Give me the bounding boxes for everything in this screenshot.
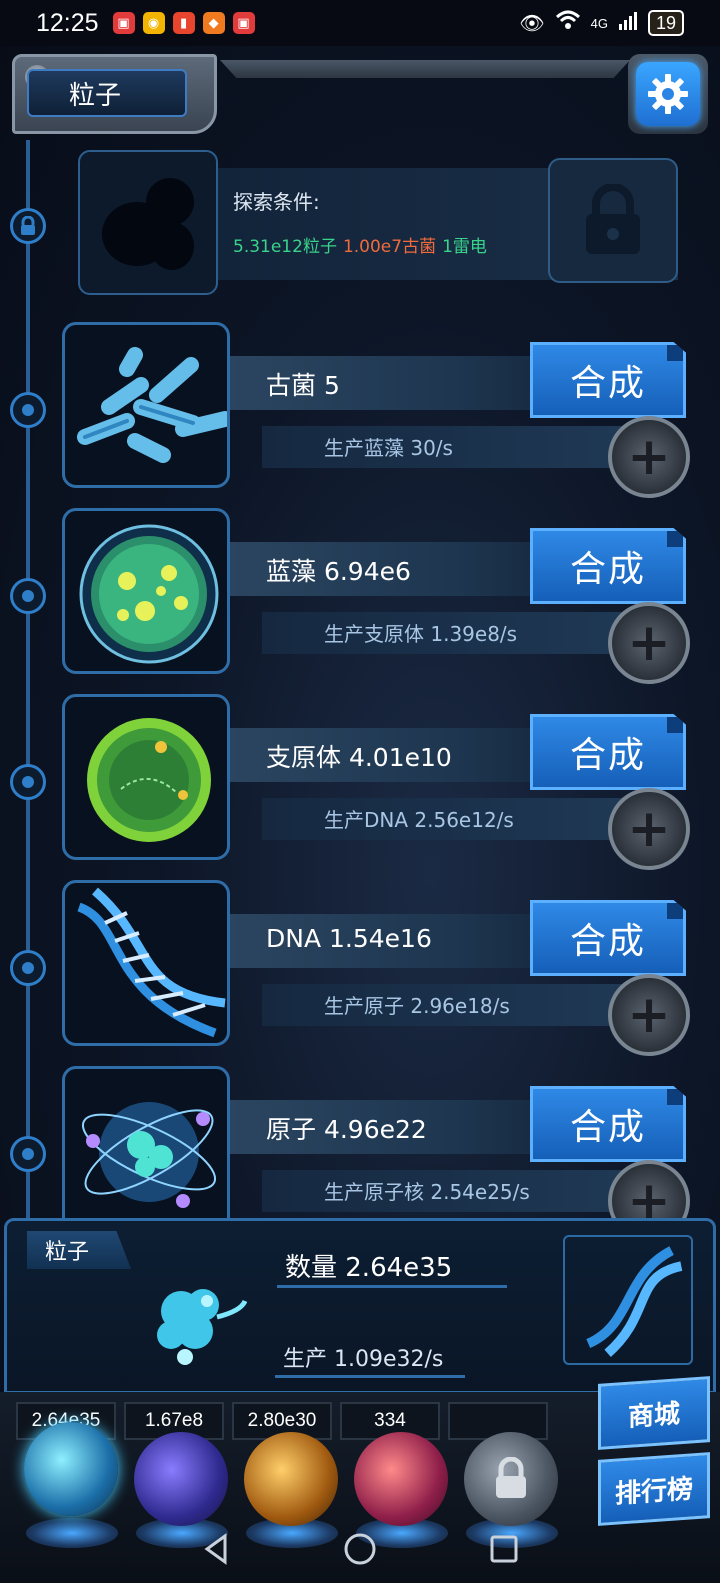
back-icon[interactable]: [199, 1532, 233, 1566]
title-plate: 粒子: [12, 54, 217, 134]
weibo-icon: ◉: [142, 12, 165, 34]
plus-icon: +: [627, 985, 671, 1045]
huawei-app-icon-2: ▣: [232, 12, 255, 34]
signal-icon: [618, 10, 638, 36]
thunder-orb[interactable]: [134, 1432, 228, 1526]
plus-icon: +: [627, 613, 671, 673]
notification-icons: ▣ ◉ ▮ ◆ ▣: [112, 12, 255, 34]
rail-line: [26, 140, 30, 1220]
system-nav-bar: [0, 1514, 720, 1583]
lock-icon: [586, 183, 640, 254]
plus-button[interactable]: +: [608, 974, 690, 1056]
taobao-icon: ◆: [202, 12, 225, 34]
item-row-atom: 原子 4.96e22 生产原子核 2.54e25/s 合成 +: [62, 1066, 702, 1242]
quantity-value: 数量 2.64e35: [285, 1253, 453, 1283]
item-row-cyanobacteria: 蓝藻 6.94e6 生产支原体 1.39e8/s 合成 +: [62, 508, 702, 684]
rail-node-3: [10, 764, 46, 800]
lock-icon: [496, 1457, 526, 1498]
dna-decoration-icon: [563, 1235, 693, 1365]
explore-requirements: 5.31e12粒子 1.00e7古菌 1雷电: [233, 232, 487, 257]
production-underline: [275, 1375, 465, 1378]
network-type: 4G: [590, 15, 608, 31]
item-name: 古菌 5: [266, 371, 340, 400]
plus-icon: +: [627, 799, 671, 859]
app-notification-icon: ▮: [172, 12, 195, 34]
particle-orb[interactable]: [24, 1422, 118, 1516]
item-production: 生产蓝藻 30/s: [324, 436, 453, 460]
archaea-icon: [62, 322, 230, 488]
quantity-underline: [277, 1285, 507, 1288]
status-time: 12:25: [36, 8, 99, 37]
item-production: 生产DNA 2.56e12/s: [324, 808, 514, 832]
top-frame: 粒子: [0, 46, 720, 138]
unlock-button[interactable]: [548, 158, 678, 283]
summary-tab: 粒子: [27, 1231, 131, 1269]
home-icon[interactable]: [343, 1532, 377, 1566]
locked-item-silhouette: [78, 150, 218, 295]
item-name: 支原体 4.01e10: [266, 743, 452, 772]
item-name: DNA 1.54e16: [266, 924, 432, 953]
merge-button[interactable]: 合成: [530, 1086, 686, 1162]
item-production: 生产原子核 2.54e25/s: [324, 1180, 530, 1204]
explore-label: 探索条件:: [233, 190, 320, 214]
galaxy-orb[interactable]: [244, 1432, 338, 1526]
explore-panel: 探索条件: 5.31e12粒子 1.00e7古菌 1雷电: [78, 150, 678, 298]
plus-icon: +: [627, 427, 671, 487]
top-decor-bar: [220, 60, 630, 78]
eye-comfort-icon: 👁: [519, 12, 545, 35]
item-row-mycoplasma: 支原体 4.01e10 生产DNA 2.56e12/s 合成 +: [62, 694, 702, 870]
settings-button[interactable]: [628, 54, 708, 134]
merge-button[interactable]: 合成: [530, 900, 686, 976]
item-name: 原子 4.96e22: [266, 1115, 427, 1144]
recent-apps-icon[interactable]: [487, 1532, 521, 1566]
mycoplasma-icon: [62, 694, 230, 860]
plus-button[interactable]: +: [608, 602, 690, 684]
rail-node-1: [10, 392, 46, 428]
merge-button[interactable]: 合成: [530, 342, 686, 418]
rail-node-4: [10, 950, 46, 986]
item-production: 生产原子 2.96e18/s: [324, 994, 510, 1018]
req-particles: 5.31e12粒子: [233, 237, 337, 257]
particle-cluster-icon: [157, 1289, 247, 1365]
battery-indicator: 19: [647, 10, 684, 36]
left-rail: [10, 140, 46, 1220]
huawei-app-icon: ▣: [112, 12, 135, 34]
item-production: 生产支原体 1.39e8/s: [324, 622, 518, 646]
shop-button[interactable]: 商城: [598, 1376, 710, 1450]
req-thunder: 1雷电: [442, 237, 487, 257]
plus-button[interactable]: +: [608, 788, 690, 870]
summary-panel: 粒子 数量 2.64e35 生产 1.09e32/s: [4, 1218, 716, 1394]
item-name: 蓝藻 6.94e6: [266, 557, 411, 586]
status-right: 👁 4G 19: [519, 9, 684, 37]
item-row-dna: DNA 1.54e16 生产原子 2.96e18/s 合成 +: [62, 880, 702, 1056]
plus-button[interactable]: +: [608, 416, 690, 498]
rail-lock-icon: [10, 208, 46, 244]
merge-button[interactable]: 合成: [530, 528, 686, 604]
brain-orb[interactable]: [354, 1432, 448, 1526]
merge-button[interactable]: 合成: [530, 714, 686, 790]
cyanobacteria-icon: [62, 508, 230, 674]
locked-orb[interactable]: [464, 1432, 558, 1526]
production-value: 生产 1.09e32/s: [283, 1347, 444, 1372]
gear-icon: [636, 62, 700, 126]
status-bar: 12:25 ▣ ◉ ▮ ◆ ▣ 👁 4G 19: [0, 0, 720, 46]
rail-node-5: [10, 1136, 46, 1172]
dna-icon: [62, 880, 230, 1046]
atom-icon: [62, 1066, 230, 1232]
item-row-archaea: 古菌 5 生产蓝藻 30/s 合成 +: [62, 322, 702, 498]
wifi-icon: [555, 9, 581, 37]
page-title: 粒子: [27, 69, 187, 117]
rail-node-2: [10, 578, 46, 614]
req-archaea: 1.00e7古菌: [342, 237, 437, 257]
